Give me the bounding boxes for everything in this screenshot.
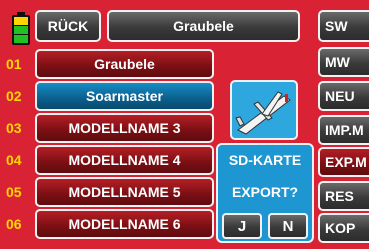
model-item-6[interactable]: MODELLNAME 6 xyxy=(35,209,214,239)
yes-button[interactable]: J xyxy=(222,213,262,239)
model-item-3[interactable]: MODELLNAME 3 xyxy=(35,113,214,143)
model-item-5[interactable]: MODELLNAME 5 xyxy=(35,177,214,207)
back-button[interactable]: RÜCK xyxy=(35,10,101,42)
dialog-line-2: EXPORT? xyxy=(231,184,299,200)
export-model-button[interactable]: EXP.M xyxy=(318,147,369,177)
mw-button[interactable]: MW xyxy=(318,47,369,77)
sw-button[interactable]: SW xyxy=(318,10,369,42)
copy-button[interactable]: KOP xyxy=(318,213,369,243)
row-number: 03 xyxy=(6,120,22,136)
airplane-icon xyxy=(230,80,298,140)
import-model-button[interactable]: IMP.M xyxy=(318,115,369,145)
row-number: 05 xyxy=(6,184,22,200)
model-item-1[interactable]: Graubele xyxy=(35,49,214,79)
battery-icon xyxy=(11,12,31,46)
reset-button[interactable]: RES xyxy=(318,181,369,211)
row-number: 01 xyxy=(6,56,22,72)
model-item-2-selected[interactable]: Soarmaster xyxy=(35,81,214,111)
new-button[interactable]: NEU xyxy=(318,81,369,111)
row-number: 06 xyxy=(6,216,22,232)
dialog-line-1: SD-KARTE xyxy=(228,152,302,168)
model-item-4[interactable]: MODELLNAME 4 xyxy=(35,145,214,175)
no-button[interactable]: N xyxy=(268,213,308,239)
row-number: 02 xyxy=(6,88,22,104)
row-number: 04 xyxy=(6,152,22,168)
model-title-button[interactable]: Graubele xyxy=(107,10,300,42)
